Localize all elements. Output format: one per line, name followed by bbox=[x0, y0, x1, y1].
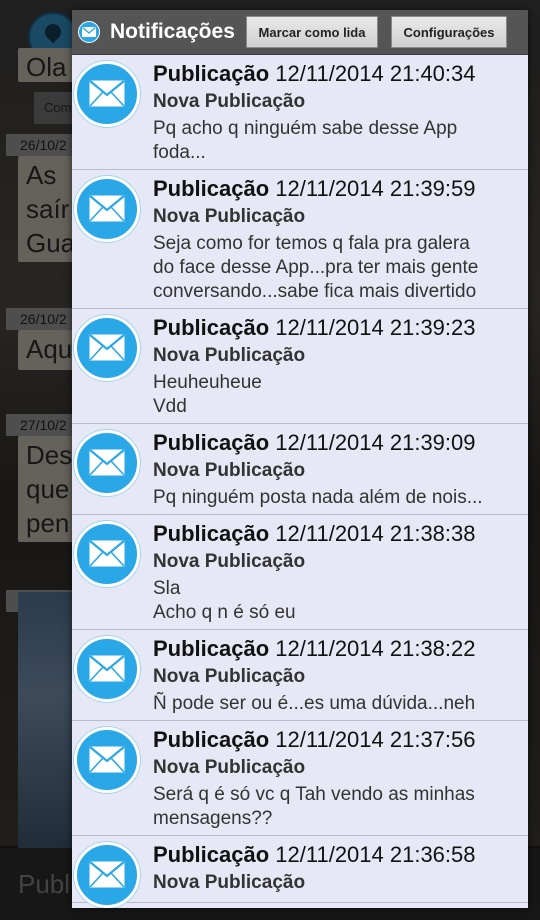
notification-heading: Publicação 12/11/2014 21:40:34 bbox=[153, 60, 522, 88]
notification-subtitle: Nova Publicação bbox=[153, 206, 306, 227]
notification-timestamp: 12/11/2014 21:37:56 bbox=[275, 727, 476, 752]
notification-kind: Publicação bbox=[153, 636, 270, 661]
notification-timestamp: 12/11/2014 21:40:34 bbox=[275, 61, 476, 86]
notification-heading: Publicação 12/11/2014 21:38:22 bbox=[153, 635, 522, 663]
envelope-icon bbox=[74, 176, 140, 242]
notification-timestamp: 12/11/2014 21:39:23 bbox=[275, 315, 476, 340]
notification-body: Será q é só vc q Tah vendo as minhas men… bbox=[153, 784, 475, 829]
notification-subtitle: Nova Publicação bbox=[153, 91, 306, 112]
notification-subtitle: Nova Publicação bbox=[153, 551, 306, 572]
notification-item[interactable]: Publicação 12/11/2014 21:39:09 Nova Publ… bbox=[72, 424, 528, 515]
notification-heading: Publicação 12/11/2014 21:37:56 bbox=[153, 726, 522, 754]
notification-heading: Publicação 12/11/2014 21:39:09 bbox=[153, 429, 522, 457]
notification-item[interactable]: Publicação 12/11/2014 21:37:56 Nova Publ… bbox=[72, 721, 528, 836]
notification-timestamp: 12/11/2014 21:39:59 bbox=[275, 176, 476, 201]
mark-as-read-button[interactable]: Marcar como lida bbox=[246, 16, 378, 48]
notification-subtitle: Nova Publicação bbox=[153, 757, 306, 778]
panel-header: Notificações Marcar como lida Configuraç… bbox=[72, 10, 528, 55]
notification-kind: Publicação bbox=[153, 176, 270, 201]
notification-heading: Publicação 12/11/2014 21:38:38 bbox=[153, 520, 522, 548]
notification-body: Pq acho q ninguém sabe desse App foda... bbox=[153, 118, 458, 163]
notification-kind: Publicação bbox=[153, 430, 270, 455]
settings-button[interactable]: Configurações bbox=[391, 16, 507, 48]
notification-heading: Publicação 12/11/2014 21:36:58 bbox=[153, 841, 522, 869]
envelope-icon bbox=[74, 430, 140, 496]
notification-item[interactable]: Publicação 12/11/2014 21:36:58 Nova Publ… bbox=[72, 836, 528, 908]
notification-kind: Publicação bbox=[153, 61, 270, 86]
notification-heading: Publicação 12/11/2014 21:39:59 bbox=[153, 175, 522, 203]
notification-body: Pq ninguém posta nada além de nois... bbox=[153, 487, 483, 508]
panel-title: Notificações bbox=[110, 20, 235, 43]
notification-timestamp: 12/11/2014 21:38:38 bbox=[275, 521, 476, 546]
notification-timestamp: 12/11/2014 21:39:09 bbox=[275, 430, 476, 455]
notification-timestamp: 12/11/2014 21:36:58 bbox=[275, 842, 476, 867]
envelope-icon bbox=[74, 61, 140, 127]
envelope-icon bbox=[74, 636, 140, 702]
envelope-icon bbox=[74, 521, 140, 587]
envelope-icon bbox=[74, 727, 140, 793]
notification-list[interactable]: Publicação 12/11/2014 21:40:34 Nova Publ… bbox=[72, 55, 528, 908]
notification-item[interactable]: Publicação 12/11/2014 21:38:22 Nova Publ… bbox=[72, 630, 528, 721]
notification-kind: Publicação bbox=[153, 521, 270, 546]
notification-kind: Publicação bbox=[153, 727, 270, 752]
notification-body: Seja como for temos q fala pra galera do… bbox=[153, 233, 479, 302]
notification-item[interactable]: Publicação 12/11/2014 21:38:38 Nova Publ… bbox=[72, 515, 528, 630]
notification-subtitle: Nova Publicação bbox=[153, 345, 306, 366]
envelope-icon bbox=[74, 315, 140, 381]
notification-subtitle: Nova Publicação bbox=[153, 460, 306, 481]
envelope-icon bbox=[74, 842, 140, 908]
notification-subtitle: Nova Publicação bbox=[153, 872, 306, 893]
notification-heading: Publicação 12/11/2014 21:39:23 bbox=[153, 314, 522, 342]
notification-timestamp: 12/11/2014 21:38:22 bbox=[275, 636, 476, 661]
notification-item[interactable]: Publicação 12/11/2014 21:39:23 Nova Publ… bbox=[72, 309, 528, 424]
notification-item[interactable]: Publicação 12/11/2014 21:40:34 Nova Publ… bbox=[72, 55, 528, 170]
notification-body: Ñ pode ser ou é...es uma dúvida...neh bbox=[153, 693, 476, 714]
notification-body: Sla Acho q n é só eu bbox=[153, 578, 296, 623]
notification-subtitle: Nova Publicação bbox=[153, 666, 306, 687]
notification-body: Heuheuheue Vdd bbox=[153, 372, 262, 417]
notification-kind: Publicação bbox=[153, 315, 270, 340]
notifications-panel: Notificações Marcar como lida Configuraç… bbox=[72, 10, 528, 908]
envelope-icon bbox=[78, 21, 100, 43]
notification-item[interactable]: Publicação 12/11/2014 21:39:59 Nova Publ… bbox=[72, 170, 528, 309]
notification-kind: Publicação bbox=[153, 842, 270, 867]
